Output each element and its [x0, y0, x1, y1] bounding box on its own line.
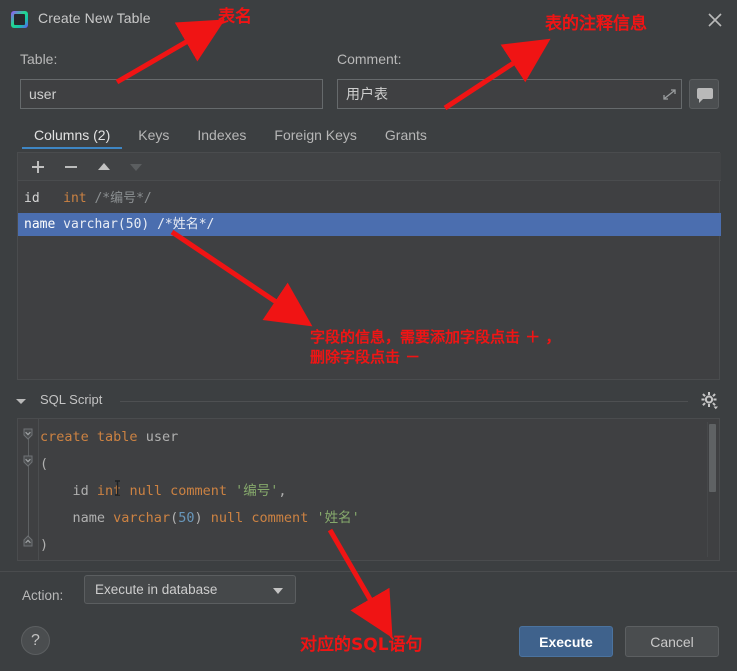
sql-token: varchar: [113, 510, 171, 526]
caret-down-icon[interactable]: [16, 399, 26, 409]
sql-token: ,: [278, 483, 287, 499]
tab-indexes[interactable]: Indexes: [183, 124, 260, 149]
divider: [0, 571, 737, 572]
table-input[interactable]: user: [20, 79, 323, 109]
column-name: name: [24, 217, 56, 232]
create-new-table-dialog: Create New Table Table: user Comment: 用户…: [0, 0, 737, 671]
action-label: Action:: [22, 588, 64, 603]
divider: [120, 401, 688, 402]
sql-script-header: SQL Script: [16, 391, 720, 412]
column-type: varchar(50): [63, 217, 150, 232]
column-comment: /*编号*/: [94, 191, 152, 206]
tab-columns[interactable]: Columns (2): [20, 124, 124, 149]
dialog-title: Create New Table: [38, 10, 151, 26]
sql-token: id: [72, 483, 89, 499]
sql-token: null: [129, 483, 162, 499]
sql-token: create: [40, 429, 89, 445]
chevron-down-icon: [273, 588, 283, 594]
gear-icon[interactable]: [700, 391, 720, 411]
column-name: id: [24, 191, 40, 206]
comment-label: Comment:: [337, 51, 402, 67]
sql-token: '姓名': [316, 510, 360, 526]
arrow-up-icon[interactable]: [94, 157, 114, 177]
annotation-table-comment: 表的注释信息: [545, 14, 647, 34]
fold-collapse-icon[interactable]: [21, 427, 35, 441]
annotation-sql: 对应的SQL语句: [300, 635, 423, 655]
annotation-fields: 字段的信息，需要添加字段点击 ＋ ， 删除字段点击 －: [310, 328, 561, 367]
sql-token: comment: [251, 510, 309, 526]
execute-button[interactable]: Execute: [519, 626, 613, 657]
fold-region-line: [28, 435, 29, 540]
columns-toolbar: [18, 153, 721, 181]
action-select-value: Execute in database: [95, 582, 218, 597]
sql-token: comment: [170, 483, 228, 499]
comment-input[interactable]: 用户表: [337, 79, 682, 109]
speech-bubble-icon[interactable]: [689, 79, 719, 109]
fold-collapse-icon[interactable]: [21, 454, 35, 468]
plus-icon[interactable]: [28, 157, 48, 177]
sql-token: ): [194, 510, 203, 526]
sql-script-title: SQL Script: [40, 392, 103, 407]
sql-token: '编号': [235, 483, 279, 499]
action-select[interactable]: Execute in database: [84, 575, 296, 604]
comment-input-value: 用户表: [346, 86, 388, 102]
datagrip-logo-icon: [11, 11, 28, 28]
annotation-table-name: 表名: [218, 7, 252, 27]
table-editor-tabs: Columns (2) Keys Indexes Foreign Keys Gr…: [20, 124, 720, 153]
table-label: Table:: [20, 51, 58, 67]
sql-token: 50: [178, 510, 195, 526]
help-button[interactable]: ?: [21, 626, 50, 655]
expand-icon[interactable]: [662, 87, 677, 102]
sql-token: null: [210, 510, 244, 526]
editor-scrollbar[interactable]: [707, 422, 716, 557]
arrow-down-icon: [126, 157, 146, 177]
tab-keys[interactable]: Keys: [124, 124, 183, 149]
close-icon[interactable]: [703, 8, 727, 32]
sql-token: (: [40, 456, 49, 472]
sql-script-editor[interactable]: create table user ( id int null comment …: [17, 418, 720, 561]
sql-token: name: [72, 510, 106, 526]
sql-token: ): [40, 537, 49, 553]
sql-token: table: [96, 429, 138, 445]
minus-icon[interactable]: [61, 157, 81, 177]
fold-expand-icon[interactable]: [21, 534, 35, 548]
tab-grants[interactable]: Grants: [371, 124, 441, 149]
editor-gutter: [18, 419, 39, 560]
sql-token: (: [170, 510, 179, 526]
tab-foreign-keys[interactable]: Foreign Keys: [260, 124, 370, 149]
sql-token: int: [96, 483, 122, 499]
cancel-button[interactable]: Cancel: [625, 626, 719, 657]
sql-code[interactable]: create table user ( id int null comment …: [40, 424, 700, 559]
sql-token: user: [145, 429, 179, 445]
table-row[interactable]: id int /*编号*/: [18, 187, 721, 210]
column-type: int: [63, 191, 87, 206]
column-comment: /*姓名*/: [157, 217, 215, 232]
table-row[interactable]: name varchar(50) /*姓名*/: [18, 213, 721, 236]
